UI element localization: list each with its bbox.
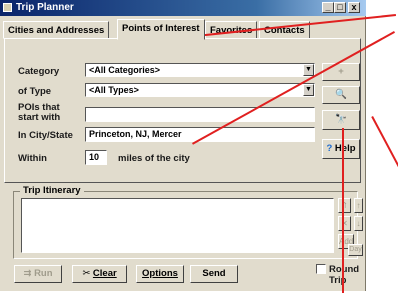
send-button[interactable]: Send <box>190 265 238 283</box>
send-button-label: Send <box>202 268 226 279</box>
type-label: of Type <box>18 86 52 97</box>
annotation-line-find-diagonal <box>371 116 398 181</box>
within-suffix-label: miles of the city <box>118 153 190 164</box>
move-top-icon[interactable]: ⇑ <box>338 198 351 213</box>
city-state-label: In City/State <box>18 130 73 141</box>
run-button-label: Run <box>34 268 53 279</box>
clear-button-label: Clear <box>92 268 117 279</box>
add-to-itinerary-icon: + <box>338 66 344 77</box>
options-button[interactable]: Options <box>136 265 184 283</box>
minimize-button[interactable]: _ <box>322 2 334 13</box>
clear-icon: ✂ <box>82 268 93 279</box>
help-button-label: Help <box>334 143 356 154</box>
trip-planner-window: Trip Planner _ □ x Cities and Addresses … <box>0 0 366 291</box>
chevron-down-icon[interactable]: ▼ <box>303 84 314 96</box>
help-question-icon: ? <box>326 143 333 154</box>
window-title: Trip Planner <box>16 2 74 13</box>
trip-itinerary-list[interactable] <box>21 198 334 253</box>
annotation-line-find-vertical <box>342 128 344 293</box>
find-button[interactable]: 🔭 <box>322 110 360 130</box>
clear-button[interactable]: ✂ Clear <box>72 265 127 283</box>
round-trip-checkbox[interactable] <box>316 264 326 274</box>
move-down-icon[interactable]: ↓ <box>354 216 363 231</box>
day-label: Day <box>349 246 362 253</box>
restore-button[interactable]: □ <box>334 2 346 13</box>
remove-stop-icon[interactable]: ✕ <box>338 216 351 231</box>
add-poi-button[interactable]: + <box>322 63 360 81</box>
category-select[interactable]: <All Categories> ▼ <box>85 63 315 77</box>
chevron-down-icon[interactable]: ▼ <box>303 64 314 76</box>
pois-start-input[interactable] <box>85 107 315 122</box>
help-button[interactable]: ? Help <box>322 139 360 159</box>
within-label: Within <box>18 153 47 164</box>
category-label: Category <box>18 66 60 77</box>
type-value: <All Types> <box>89 85 139 95</box>
round-trip-label: Round Trip <box>329 264 360 286</box>
category-value: <All Categories> <box>89 65 161 75</box>
zoom-button[interactable]: 🔍 <box>322 86 360 104</box>
tab-points-of-interest[interactable]: Points of Interest <box>117 19 205 40</box>
magnifier-icon: 🔍 <box>335 89 347 100</box>
run-button[interactable]: ⇉ Run <box>14 265 62 283</box>
title-bar: Trip Planner _ □ x <box>0 0 366 16</box>
within-miles-input[interactable]: 10 <box>85 150 107 165</box>
app-icon <box>3 3 12 12</box>
close-button[interactable]: x <box>348 2 360 13</box>
run-icon: ⇉ <box>23 268 35 279</box>
move-up-icon[interactable]: ↑ <box>354 198 363 213</box>
options-button-label: Options <box>142 268 178 279</box>
day-button[interactable]: Day <box>348 244 363 256</box>
binoculars-icon: 🔭 <box>335 114 347 125</box>
tab-cities-and-addresses[interactable]: Cities and Addresses <box>3 21 110 39</box>
trip-itinerary-title: Trip Itinerary <box>20 185 84 196</box>
pois-start-label-line2: start with <box>18 112 61 123</box>
